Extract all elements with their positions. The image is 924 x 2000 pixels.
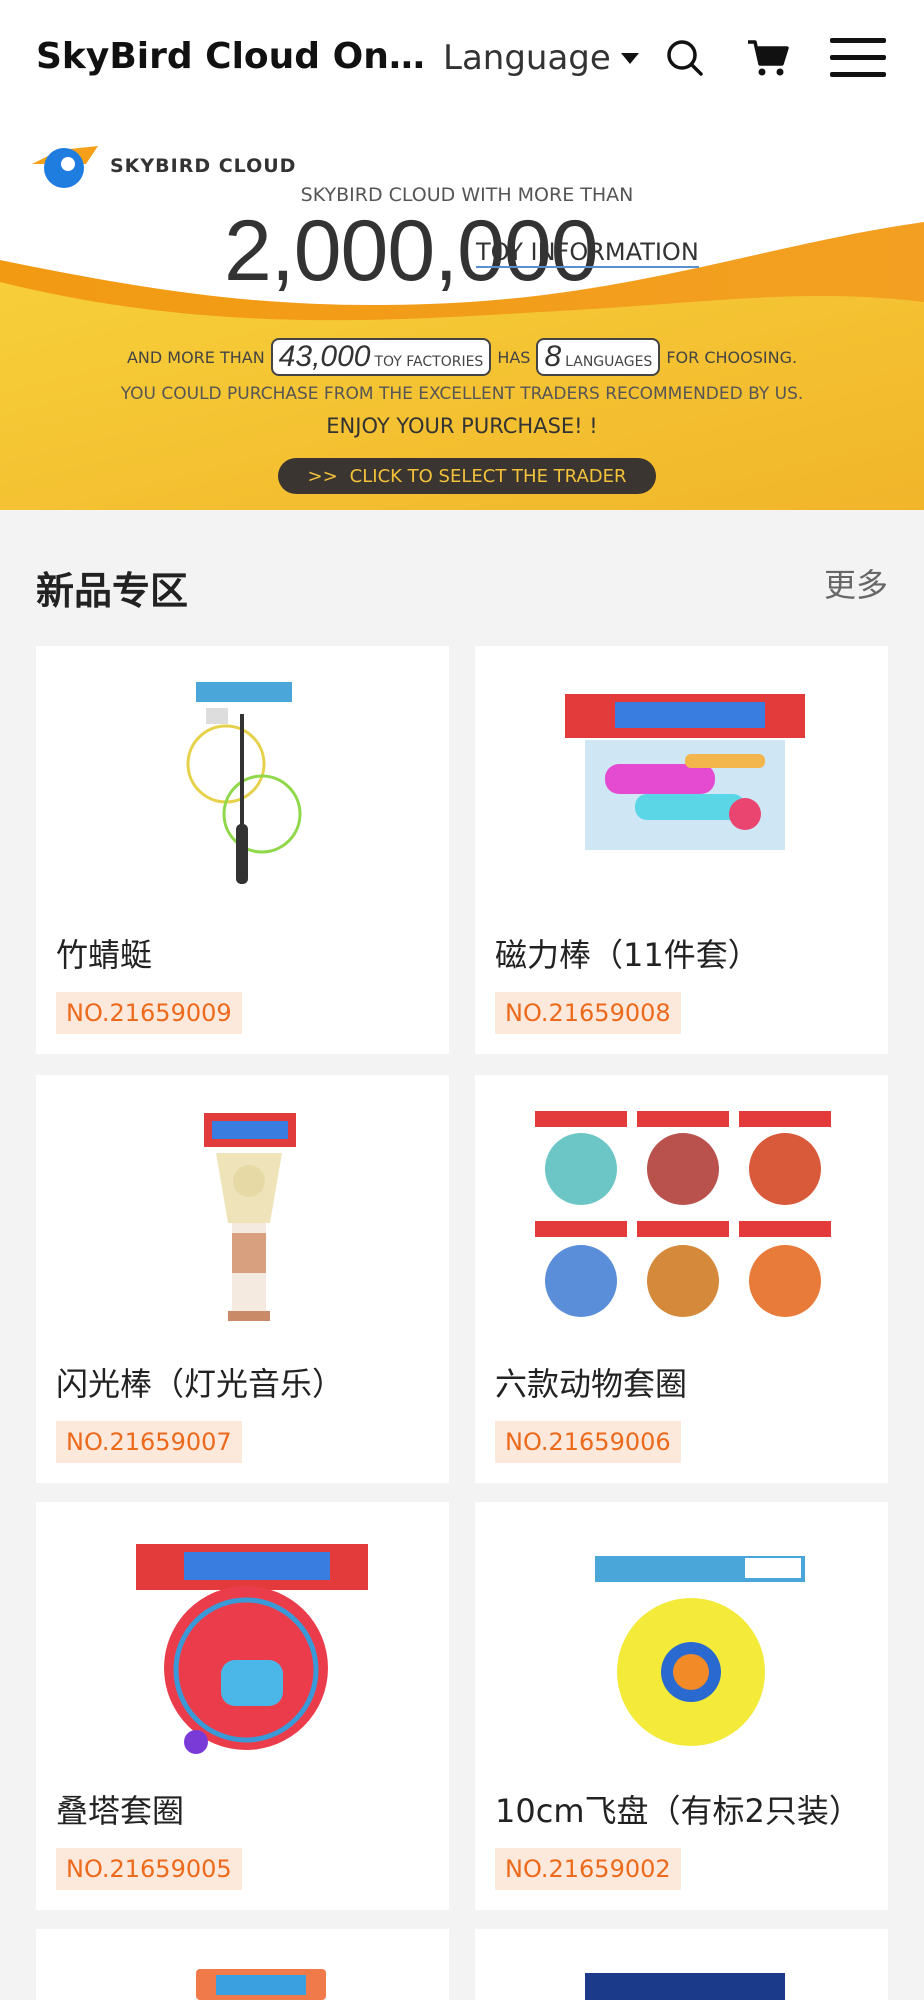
product-code: NO.21659005 [56, 1848, 242, 1890]
language-label: Language [443, 38, 611, 78]
menu-icon[interactable] [830, 30, 886, 86]
product-code: NO.21659008 [495, 992, 681, 1034]
product-code: NO.21659006 [495, 1421, 681, 1463]
product-image-flash-stick [204, 1113, 296, 1321]
product-card[interactable]: 10cm飞盘（有标2只装） NO.21659002 [475, 1502, 888, 1910]
language-selector[interactable]: Language [443, 38, 639, 78]
select-trader-button[interactable]: >> CLICK TO SELECT THE TRADER [278, 458, 656, 494]
product-code: NO.21659002 [495, 1848, 681, 1890]
factories-label: TOY FACTORIES [374, 354, 484, 370]
site-title[interactable]: SkyBird Cloud Online [36, 36, 431, 77]
factories-number: 43,000 [278, 340, 371, 373]
caret-down-icon [620, 52, 639, 64]
product-card[interactable]: 六款动物套圈 NO.21659006 [475, 1075, 888, 1483]
product-name: 10cm飞盘（有标2只装） [495, 1792, 861, 1830]
and-more-than: AND MORE THAN [126, 347, 265, 367]
product-card[interactable]: 磁力棒（11件套） NO.21659008 [475, 646, 888, 1054]
skybird-logo-icon [32, 146, 98, 188]
logo-text: SKYBIRD CLOUD [110, 155, 297, 177]
for-choosing: FOR CHOOSING. [666, 347, 798, 367]
product-image-bamboo-dragonfly [186, 682, 302, 884]
banner-toy-information: TOY INFORMATION [476, 238, 699, 268]
promo-banner[interactable]: SKYBIRD CLOUD SKYBIRD CLOUD WITH MORE TH… [0, 122, 924, 510]
search-icon[interactable] [657, 30, 713, 86]
cta-arrows: >> [307, 465, 338, 487]
product-image-animal-rings [535, 1111, 831, 1317]
product-image-frisbee [595, 1556, 805, 1746]
product-image-stacking-rings [136, 1544, 368, 1754]
product-image-partial [196, 1969, 326, 2000]
languages-number: 8 [544, 340, 562, 373]
banner-stats-line: AND MORE THAN 43,000 TOY FACTORIES HAS 8… [0, 338, 924, 376]
factories-box: 43,000 TOY FACTORIES [270, 338, 492, 376]
product-code: NO.21659009 [56, 992, 242, 1034]
skybird-logo: SKYBIRD CLOUD [30, 142, 296, 190]
cta-label: CLICK TO SELECT THE TRADER [349, 465, 627, 487]
product-image-magnetic-sticks [565, 694, 805, 850]
product-card-partial[interactable] [475, 1929, 888, 2000]
product-card[interactable]: 闪光棒（灯光音乐） NO.21659007 [36, 1075, 449, 1483]
cart-icon[interactable] [740, 30, 796, 86]
banner-line4: YOU COULD PURCHASE FROM THE EXCELLENT TR… [120, 384, 804, 404]
more-link[interactable]: 更多 [824, 560, 888, 606]
top-header: SkyBird Cloud Online Language [0, 0, 924, 122]
languages-box: 8 LANGUAGES [536, 338, 661, 376]
product-card[interactable]: 叠塔套圈 NO.21659005 [36, 1502, 449, 1910]
languages-label: LANGUAGES [565, 354, 653, 370]
product-name: 磁力棒（11件套） [495, 936, 760, 974]
product-name: 六款动物套圈 [495, 1365, 688, 1403]
product-name: 闪光棒（灯光音乐） [56, 1365, 345, 1403]
has-text: HAS [497, 347, 531, 367]
product-card[interactable]: 竹蜻蜓 NO.21659009 [36, 646, 449, 1054]
product-image-partial [585, 1973, 785, 2000]
product-name: 叠塔套圈 [56, 1792, 185, 1830]
product-name: 竹蜻蜓 [56, 936, 153, 974]
product-code: NO.21659007 [56, 1421, 242, 1463]
product-card-partial[interactable] [36, 1929, 449, 2000]
section-title: 新品专区 [36, 569, 189, 613]
banner-line5: ENJOY YOUR PURCHASE! ! [326, 414, 598, 438]
